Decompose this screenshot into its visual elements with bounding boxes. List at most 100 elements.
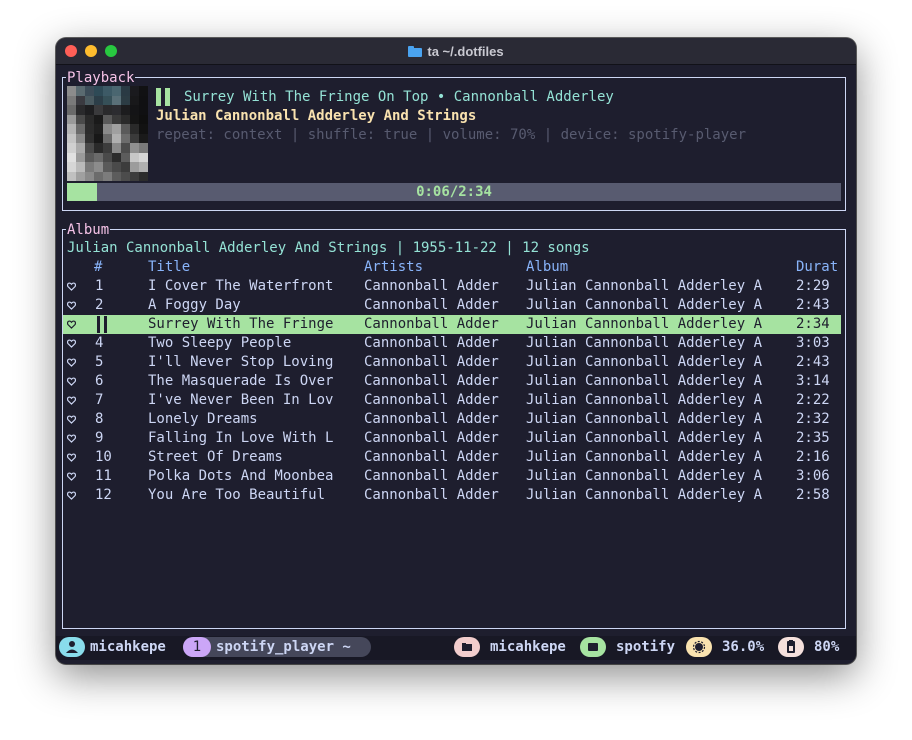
progress-time: 0:06/2:34 xyxy=(416,184,492,200)
art-pixel xyxy=(85,162,94,172)
track-title: Surrey With The Fringe xyxy=(148,316,334,332)
art-pixel xyxy=(85,114,94,124)
art-pixel xyxy=(112,152,121,162)
heart-icon[interactable] xyxy=(67,339,76,348)
column-header-duration[interactable]: Durat xyxy=(796,258,838,277)
art-pixel xyxy=(121,114,130,124)
art-pixel xyxy=(121,124,130,134)
table-row[interactable]: 12 You Are Too Beautiful Cannonball Adder J… xyxy=(63,486,841,505)
track-artists: Cannonball Adder xyxy=(364,354,499,370)
track-album: Julian Cannonball Adderley A xyxy=(526,335,763,351)
heart-icon[interactable] xyxy=(67,472,76,481)
table-row[interactable]: Surrey With The Fringe Cannonball Adder Ju… xyxy=(63,315,841,334)
battery-level: 80% xyxy=(814,639,840,655)
heart-icon[interactable] xyxy=(67,491,76,500)
heart-icon[interactable] xyxy=(67,282,76,291)
table-row[interactable]: 10 Street Of Dreams Cannonball Adder Julian… xyxy=(63,448,841,467)
title-bar: ta ~/.dotfiles xyxy=(56,38,856,65)
session-name: spotify xyxy=(616,639,676,655)
track-duration: 3:06 xyxy=(796,468,830,484)
heart-icon[interactable] xyxy=(67,377,76,386)
table-row[interactable]: 2 A Foggy Day Cannonball Adder Julian Canno… xyxy=(63,296,841,315)
heart-icon[interactable] xyxy=(67,453,76,462)
status-user: micahkepe xyxy=(90,639,166,655)
table-row[interactable]: 6 The Masquerade Is Over Cannonball Adder J… xyxy=(63,372,841,391)
cpu-usage: 36.0% xyxy=(722,639,765,655)
column-header-num[interactable]: # xyxy=(94,258,102,277)
heart-icon[interactable] xyxy=(67,434,76,443)
playing-indicator-icon xyxy=(104,316,107,333)
column-header-artists[interactable]: Artists xyxy=(364,258,423,277)
progress-bar[interactable]: 0:06/2:34 xyxy=(67,183,841,201)
art-pixel xyxy=(112,86,121,96)
track-title: The Masquerade Is Over xyxy=(148,373,334,389)
track-artists: Cannonball Adder xyxy=(364,411,499,427)
art-pixel xyxy=(112,105,121,115)
art-pixel xyxy=(67,143,76,153)
heart-icon[interactable] xyxy=(67,396,76,405)
art-pixel xyxy=(103,143,112,153)
heart-icon[interactable] xyxy=(67,320,76,329)
track-title: A Foggy Day xyxy=(148,297,241,313)
battery-icon xyxy=(787,640,795,653)
art-pixel xyxy=(112,124,121,134)
track-duration: 2:22 xyxy=(796,392,830,408)
track-duration: 2:16 xyxy=(796,449,830,465)
art-pixel xyxy=(121,133,130,143)
now-playing-album: Julian Cannonball Adderley And Strings xyxy=(156,108,477,124)
track-artists: Cannonball Adder xyxy=(364,278,499,294)
column-header-album[interactable]: Album xyxy=(526,258,568,277)
track-artists: Cannonball Adder xyxy=(364,335,499,351)
art-pixel xyxy=(76,143,85,153)
track-number: 12 xyxy=(95,487,112,503)
table-row[interactable]: 1 I Cover The Waterfront Cannonball Adder J… xyxy=(63,277,841,296)
art-pixel xyxy=(67,95,76,105)
user-icon xyxy=(66,641,78,653)
terminal-window: ta ~/.dotfiles Playback Surrey With The … xyxy=(56,38,856,664)
art-pixel xyxy=(130,152,139,162)
heart-icon[interactable] xyxy=(67,415,76,424)
track-artists: Cannonball Adder xyxy=(364,373,499,389)
heart-icon[interactable] xyxy=(67,301,76,310)
art-pixel xyxy=(103,105,112,115)
track-artists: Cannonball Adder xyxy=(364,297,499,313)
track-artists: Cannonball Adder xyxy=(364,468,499,484)
track-number: 5 xyxy=(95,354,104,370)
art-pixel xyxy=(85,86,94,96)
art-pixel xyxy=(112,114,121,124)
art-pixel xyxy=(121,171,130,181)
art-pixel xyxy=(121,143,130,153)
table-row[interactable]: 4 Two Sleepy People Cannonball Adder Julian… xyxy=(63,334,841,353)
table-row[interactable]: 5 I'll Never Stop Loving Cannonball Adder J… xyxy=(63,353,841,372)
art-pixel xyxy=(103,133,112,143)
art-pixel xyxy=(121,152,130,162)
art-pixel xyxy=(76,152,85,162)
art-pixel xyxy=(76,95,85,105)
window-index[interactable]: 1 xyxy=(183,637,211,657)
column-header-title[interactable]: Title xyxy=(148,258,190,277)
battery-icon-pill xyxy=(778,637,804,657)
session-name-icon-pill xyxy=(580,637,606,657)
user-icon-pill xyxy=(59,637,85,657)
table-row[interactable]: 8 Lonely Dreams Cannonball Adder Julian Can… xyxy=(63,410,841,429)
art-pixel xyxy=(85,152,94,162)
art-pixel xyxy=(94,95,103,105)
pause-icon[interactable] xyxy=(156,88,172,106)
track-album: Julian Cannonball Adderley A xyxy=(526,392,763,408)
table-row[interactable]: 7 I've Never Been In Lov Cannonball Adder J… xyxy=(63,391,841,410)
table-row[interactable]: 9 Falling In Love With L Cannonball Adder J… xyxy=(63,429,841,448)
heart-icon[interactable] xyxy=(67,358,76,367)
folder-icon xyxy=(408,45,423,57)
track-number: 11 xyxy=(95,468,112,484)
track-duration: 2:29 xyxy=(796,278,830,294)
art-pixel xyxy=(94,171,103,181)
table-row[interactable]: 11 Polka Dots And Moonbea Cannonball Adder… xyxy=(63,467,841,486)
track-album: Julian Cannonball Adderley A xyxy=(526,449,763,465)
track-number: 6 xyxy=(95,373,104,389)
track-number: 2 xyxy=(95,297,104,313)
art-pixel xyxy=(94,86,103,96)
art-pixel xyxy=(103,162,112,172)
art-pixel xyxy=(76,124,85,134)
window-name[interactable]: spotify_player ~ xyxy=(216,637,351,657)
playback-meta: repeat: context | shuffle: true | volume… xyxy=(156,127,747,143)
